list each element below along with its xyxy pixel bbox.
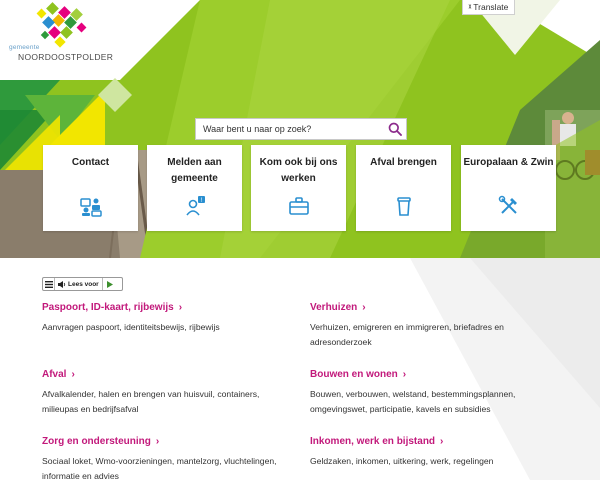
readspeaker-menu-button[interactable] — [43, 278, 55, 290]
category-afval: Afval › Afvalkalender, halen en brengen … — [42, 369, 282, 417]
category-title: Zorg en ondersteuning — [42, 436, 151, 447]
quick-links: Contact Melden aan gemeente ! Kom ook bi… — [43, 145, 556, 231]
hero-banner: gemeente NOORDOOSTPOLDER ᵡ Translate Con… — [0, 0, 600, 258]
category-bouwen: Bouwen en wonen › Bouwen, verbouwen, wel… — [310, 369, 550, 417]
readspeaker-label: Lees voor — [68, 280, 99, 288]
category-description: Aanvragen paspoort, identiteitsbewijs, r… — [42, 322, 220, 332]
tile-europalaan[interactable]: Europalaan & Zwin — [461, 145, 556, 231]
main-content: Lees voor Paspoort, ID-kaart, rijbewijs … — [0, 258, 600, 480]
logo-text-gemeente: gemeente — [9, 44, 40, 51]
tile-label: Europalaan & Zwin — [463, 157, 554, 168]
category-title: Afval — [42, 369, 67, 380]
tile-contact[interactable]: Contact — [43, 145, 138, 231]
search-bar — [195, 118, 407, 140]
contact-chat-icon — [79, 198, 102, 217]
speaker-icon — [58, 280, 66, 288]
category-description: Sociaal loket, Wmo-voorzieningen, mantel… — [42, 456, 277, 480]
category-description: Geldzaken, inkomen, uitkering, werk, reg… — [310, 456, 494, 466]
chevron-right-icon: › — [402, 369, 407, 380]
category-link[interactable]: Paspoort, ID-kaart, rijbewijs › — [42, 302, 282, 313]
readspeaker-listen-button[interactable]: Lees voor — [55, 278, 103, 290]
translate-label: Translate — [473, 2, 509, 12]
category-link[interactable]: Bouwen en wonen › — [310, 369, 550, 380]
tile-label: Melden aan gemeente — [167, 157, 222, 184]
category-title: Paspoort, ID-kaart, rijbewijs — [42, 302, 174, 313]
chevron-right-icon: › — [155, 436, 160, 447]
logo-text-name: NOORDOOSTPOLDER — [18, 52, 114, 62]
waste-bin-icon — [396, 197, 411, 216]
category-link[interactable]: Verhuizen › — [310, 302, 550, 313]
tile-afval[interactable]: Afval brengen — [356, 145, 451, 231]
category-paspoort: Paspoort, ID-kaart, rijbewijs › Aanvrage… — [42, 302, 282, 335]
person-notification-icon: ! — [185, 196, 205, 216]
category-title: Inkomen, werk en bijstand — [310, 436, 436, 447]
category-zorg: Zorg en ondersteuning › Sociaal loket, W… — [42, 436, 282, 480]
category-link[interactable]: Zorg en ondersteuning › — [42, 436, 282, 447]
play-icon — [106, 280, 113, 288]
chevron-right-icon: › — [71, 369, 75, 380]
translate-icon: ᵡ — [468, 3, 472, 11]
category-description: Verhuizen, emigreren en immigreren, brie… — [310, 322, 504, 347]
category-inkomen: Inkomen, werk en bijstand › Geldzaken, i… — [310, 436, 550, 469]
search-input[interactable] — [196, 119, 384, 139]
category-description: Bouwen, verbouwen, welstand, bestemmings… — [310, 389, 516, 414]
category-link[interactable]: Afval › — [42, 369, 282, 380]
category-link[interactable]: Inkomen, werk en bijstand › — [310, 436, 550, 447]
search-icon — [388, 122, 402, 136]
tile-melden[interactable]: Melden aan gemeente ! — [147, 145, 242, 231]
readspeaker-play-button[interactable] — [103, 278, 117, 290]
category-description: Afvalkalender, halen en brengen van huis… — [42, 389, 260, 414]
tile-label: Kom ook bij ons werken — [259, 157, 338, 184]
category-title: Verhuizen — [310, 302, 358, 313]
category-verhuizen: Verhuizen › Verhuizen, emigreren en immi… — [310, 302, 550, 350]
translate-button[interactable]: ᵡ Translate — [462, 0, 515, 15]
chevron-right-icon: › — [178, 302, 183, 313]
menu-icon — [44, 280, 53, 288]
tools-icon — [498, 195, 517, 214]
readspeaker-widget: Lees voor — [42, 277, 123, 291]
search-button[interactable] — [384, 119, 406, 139]
briefcase-icon — [288, 197, 309, 215]
tile-label: Afval brengen — [370, 157, 437, 168]
tile-werken[interactable]: Kom ook bij ons werken — [251, 145, 346, 231]
tile-label: Contact — [71, 157, 110, 168]
chevron-right-icon: › — [440, 436, 444, 447]
category-title: Bouwen en wonen — [310, 369, 398, 380]
chevron-right-icon: › — [362, 302, 366, 313]
